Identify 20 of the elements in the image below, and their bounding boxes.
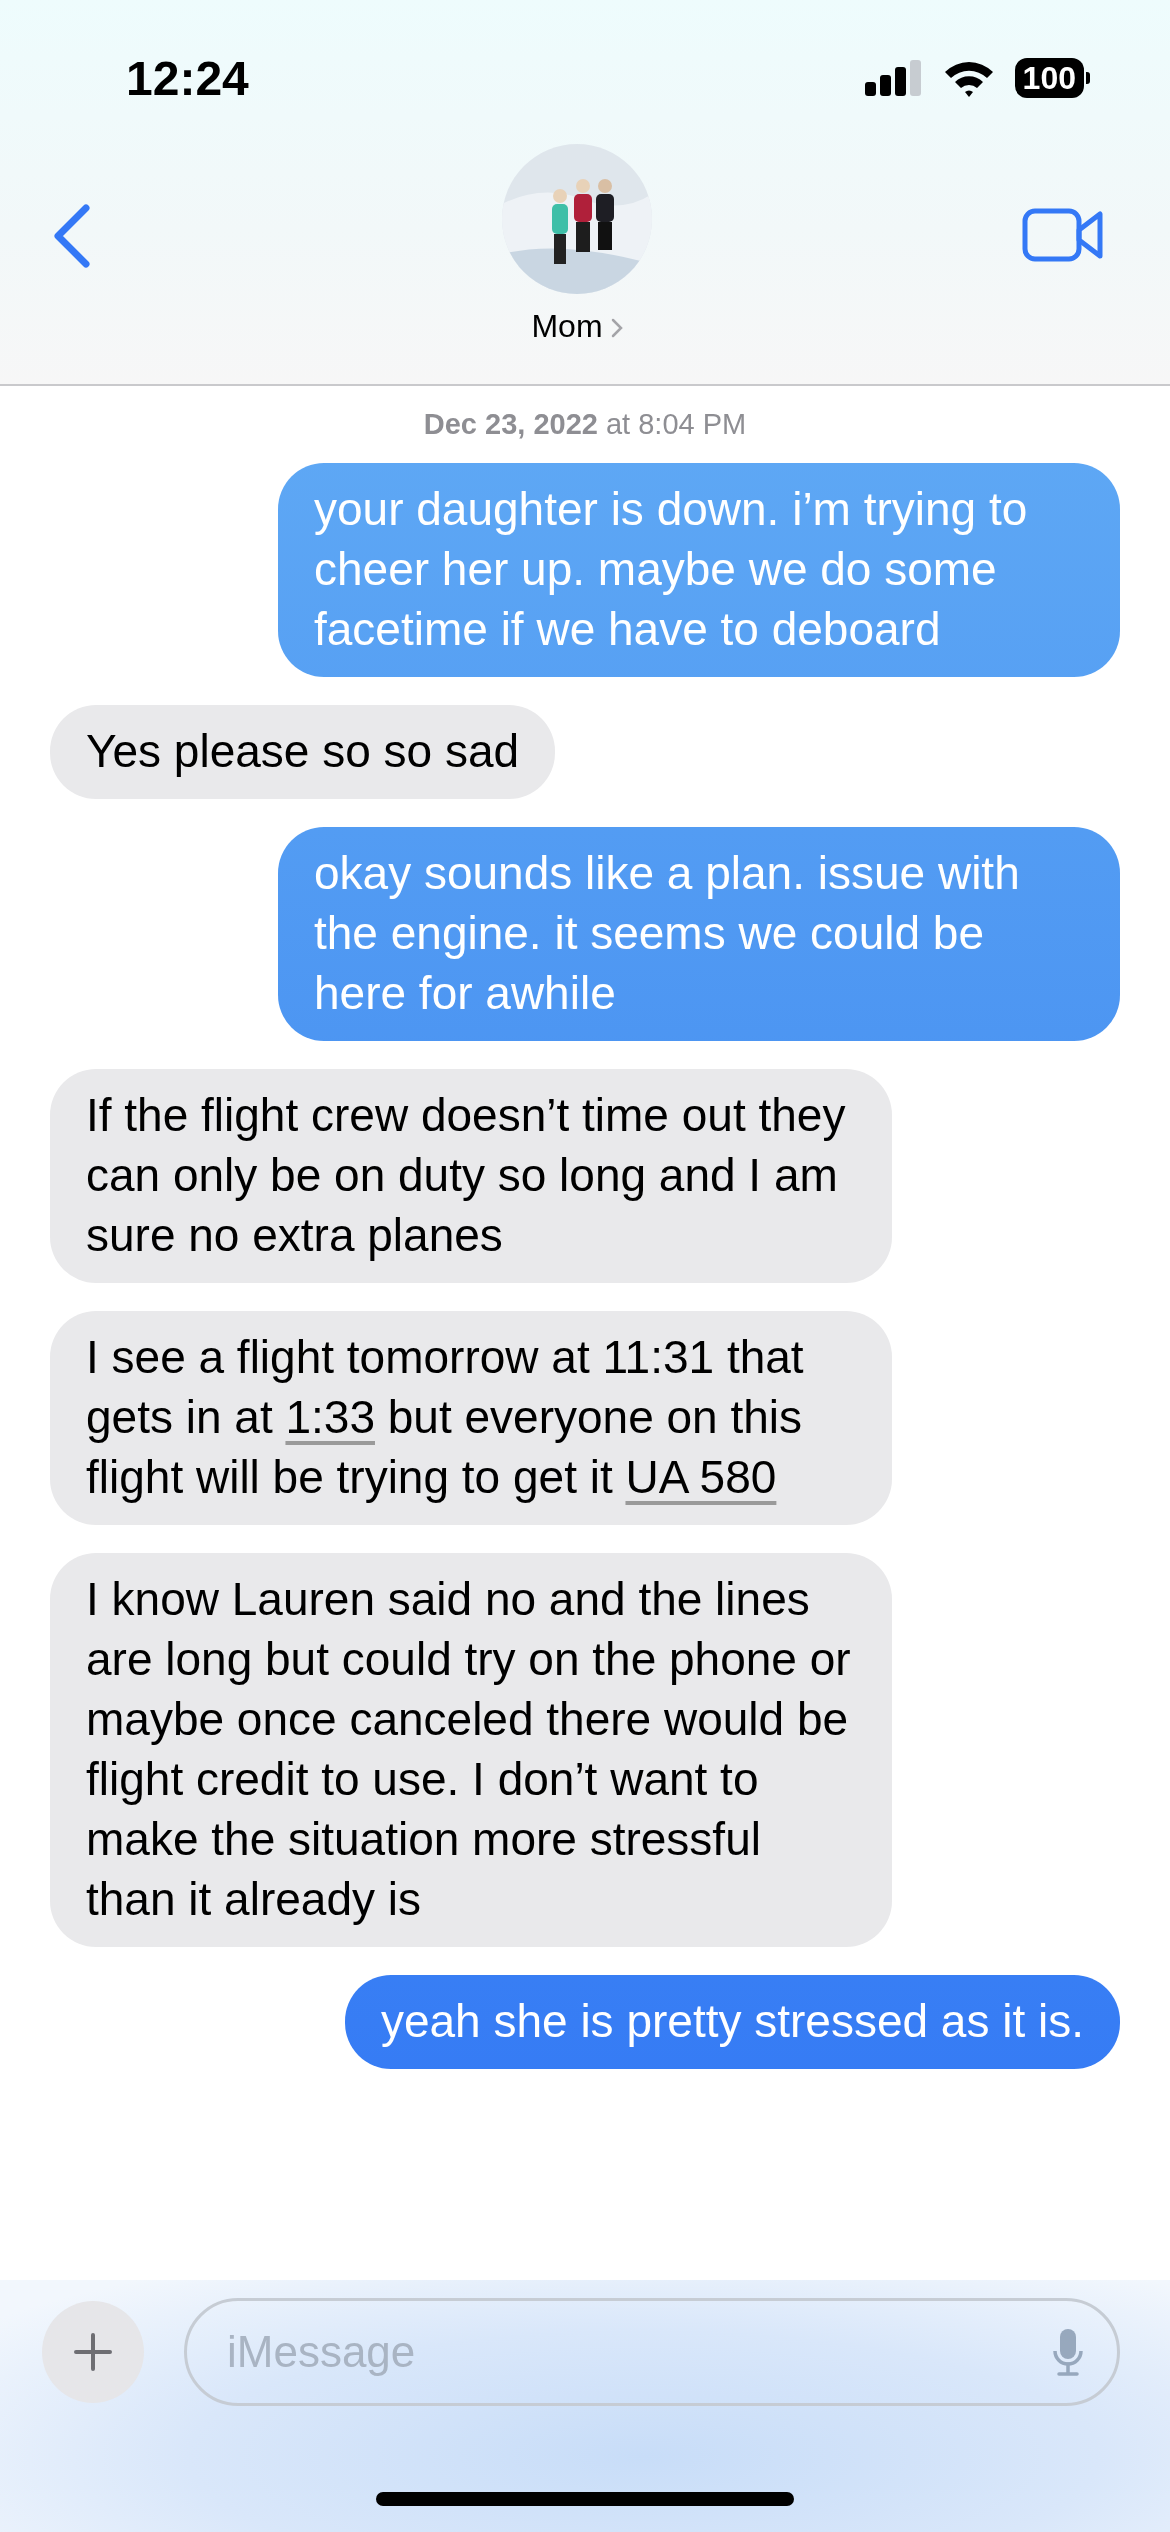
message-text: I see a flight tomorrow at 11:31 that gets in at 1:33 but everyone on this flight will be trying to get it UA 580	[86, 1330, 805, 1505]
message-text: your daughter is down. i’m trying to cheer her up. maybe we do some facetime if we have to deboard	[314, 482, 1029, 657]
message-text: okay sounds like a plan. issue with the engine. it seems we could be here for awhile	[314, 846, 1021, 1021]
status-time: 12:24	[126, 50, 249, 106]
microphone-icon[interactable]	[1052, 2327, 1084, 2377]
link[interactable]: UA 580	[625, 1451, 777, 1503]
plus-icon	[73, 2332, 113, 2372]
chevron-icon	[610, 317, 623, 338]
signal-icon	[864, 60, 923, 96]
battery-indicator: 100	[1014, 58, 1090, 98]
contact-name[interactable]: Mom	[531, 308, 603, 345]
video-camera-icon[interactable]	[1022, 208, 1104, 262]
message-text: I know Lauren said no and the lines are long but could try on the phone or maybe once canceled there would be flight credit to use. I don’t want to make the situation more stressful than it already is	[86, 1572, 852, 1927]
back-icon[interactable]	[52, 204, 92, 268]
message-input-field[interactable]: iMessage	[184, 2298, 1120, 2406]
message-text: yeah she is pretty stressed as it is.	[380, 1994, 1084, 2049]
timestamp: Dec 23, 2022 at 8:04 PM	[422, 408, 748, 441]
link[interactable]: 1:33	[285, 1391, 375, 1443]
message-text: Yes please so so sad	[86, 724, 520, 779]
message-text: If the flight crew doesn’t time out they can only be on duty so long and I am sure no extra planes	[86, 1088, 847, 1263]
